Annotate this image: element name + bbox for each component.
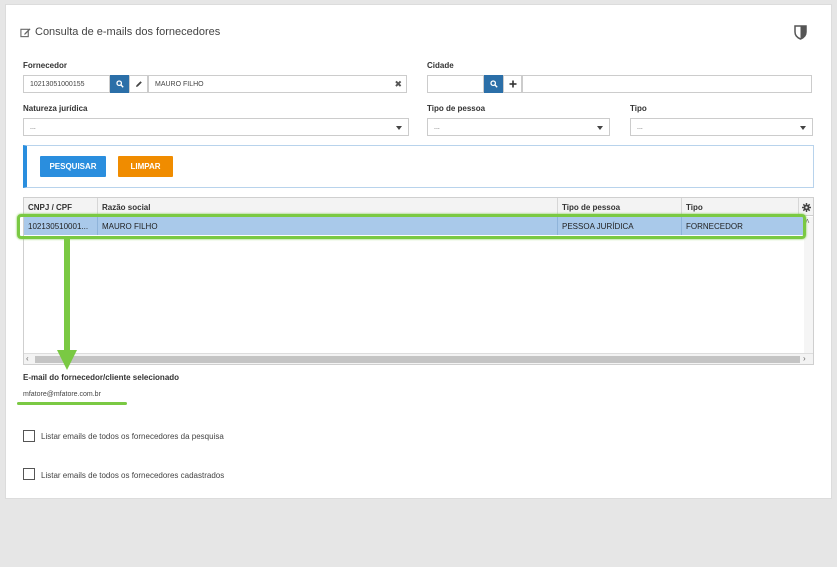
city-code-input[interactable] <box>427 75 484 93</box>
scroll-left-icon[interactable]: ‹ <box>26 355 29 363</box>
page-title-row: Consulta de e-mails dos fornecedores <box>20 26 220 38</box>
supplier-edit-button[interactable] <box>129 75 148 93</box>
legal-nature-select[interactable]: ... <box>23 118 409 136</box>
type-select[interactable]: ... <box>630 118 813 136</box>
pencil-icon <box>135 75 143 93</box>
supplier-search-button[interactable] <box>110 75 129 93</box>
search-icon <box>115 75 124 93</box>
arrow-annotation <box>57 238 77 370</box>
person-type-select[interactable]: ... <box>427 118 610 136</box>
supplier-label: Fornecedor <box>23 61 68 70</box>
legal-nature-label: Natureza jurídica <box>23 104 88 113</box>
chevron-down-icon <box>396 126 402 130</box>
city-search-button[interactable] <box>484 75 503 93</box>
supplier-name-value: MAURO FILHO <box>155 80 204 88</box>
horizontal-scrollbar[interactable]: ‹ › <box>24 353 813 364</box>
scroll-thumb[interactable] <box>35 356 800 363</box>
city-add-button[interactable] <box>503 75 522 93</box>
shield-icon[interactable] <box>794 25 807 45</box>
clear-button[interactable]: LIMPAR <box>118 156 173 177</box>
type-value: ... <box>637 123 643 131</box>
city-label: Cidade <box>427 61 454 70</box>
email-value: mfatore@mfatore.com.br <box>23 391 101 398</box>
email-underline-annotation <box>17 402 127 405</box>
plus-icon <box>509 75 517 93</box>
chevron-down-icon <box>597 126 603 130</box>
clear-icon[interactable]: ✖ <box>394 80 402 89</box>
type-label: Tipo <box>630 104 647 113</box>
supplier-name-input[interactable]: MAURO FILHO ✖ <box>148 75 407 93</box>
list-search-checkbox[interactable] <box>23 430 35 442</box>
legal-nature-value: ... <box>30 123 36 131</box>
city-name-input[interactable] <box>522 75 812 93</box>
list-all-label[interactable]: Listar emails de todos os fornecedores c… <box>41 471 224 480</box>
selection-highlight <box>17 214 806 239</box>
search-icon <box>489 75 498 93</box>
supplier-code-input[interactable]: 10213051000155 <box>23 75 110 93</box>
scroll-right-icon[interactable]: › <box>803 355 806 363</box>
edit-icon <box>20 27 31 38</box>
vertical-scrollbar[interactable]: ˄ <box>804 217 813 354</box>
chevron-down-icon <box>800 126 806 130</box>
person-type-label: Tipo de pessoa <box>427 104 486 113</box>
list-all-checkbox[interactable] <box>23 468 35 480</box>
list-search-label[interactable]: Listar emails de todos os fornecedores d… <box>41 432 224 441</box>
search-button[interactable]: PESQUISAR <box>40 156 106 177</box>
person-type-value: ... <box>434 123 440 131</box>
email-label: E-mail do fornecedor/cliente selecionado <box>23 373 180 382</box>
page-title: Consulta de e-mails dos fornecedores <box>35 26 221 38</box>
